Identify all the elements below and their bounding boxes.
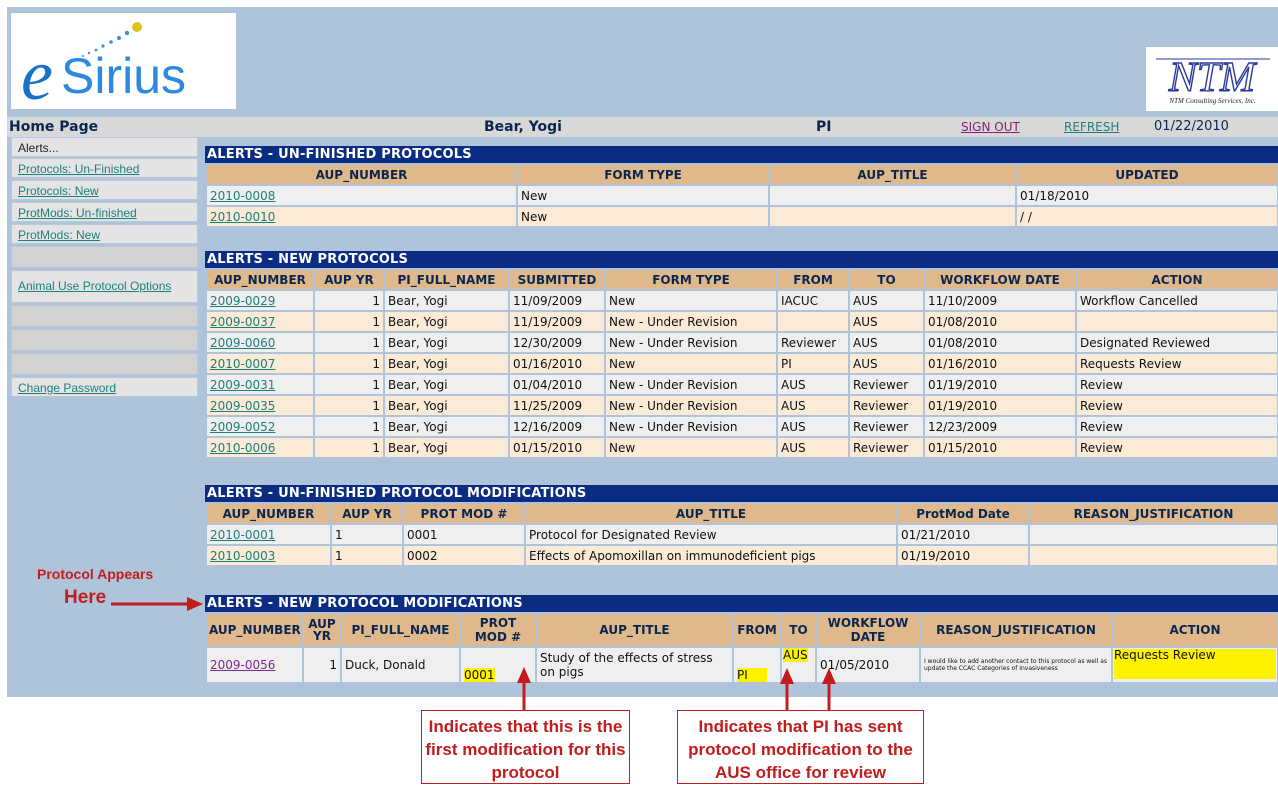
arrow-up-icon bbox=[517, 667, 531, 711]
arrow-up-icon bbox=[780, 668, 794, 711]
annotation-callout-pi-sent: Indicates that PI has sent protocol modi… bbox=[677, 710, 924, 784]
annotation-arrows bbox=[111, 597, 836, 711]
arrow-up-icon bbox=[822, 668, 836, 711]
arrow-right-icon bbox=[111, 597, 203, 611]
annotation-callout-first-mod: Indicates that this is the first modific… bbox=[421, 710, 630, 784]
